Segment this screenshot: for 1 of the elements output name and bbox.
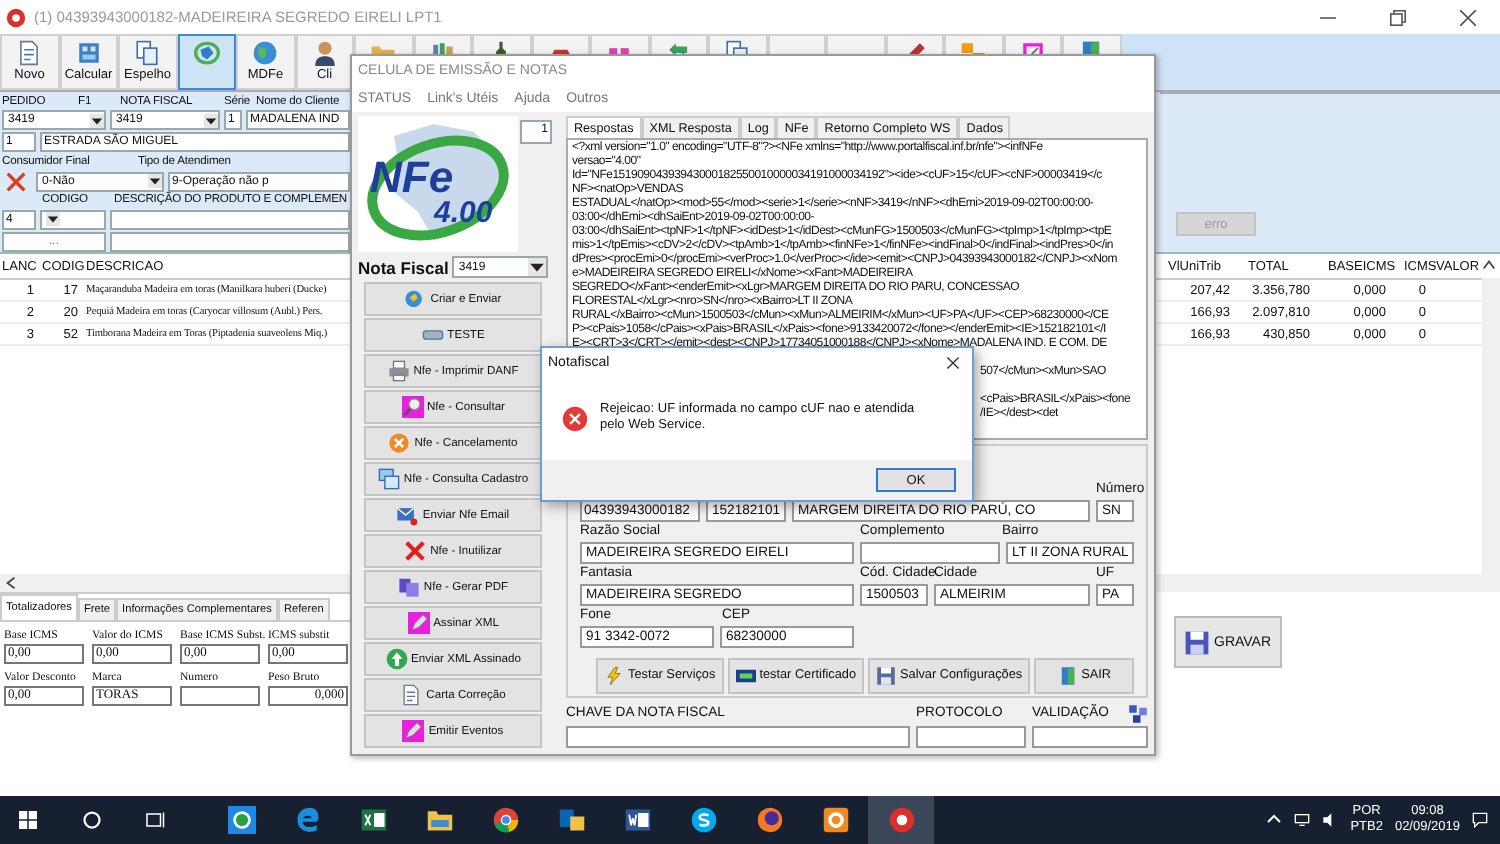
field-label: Nota Fiscal [358,257,449,277]
